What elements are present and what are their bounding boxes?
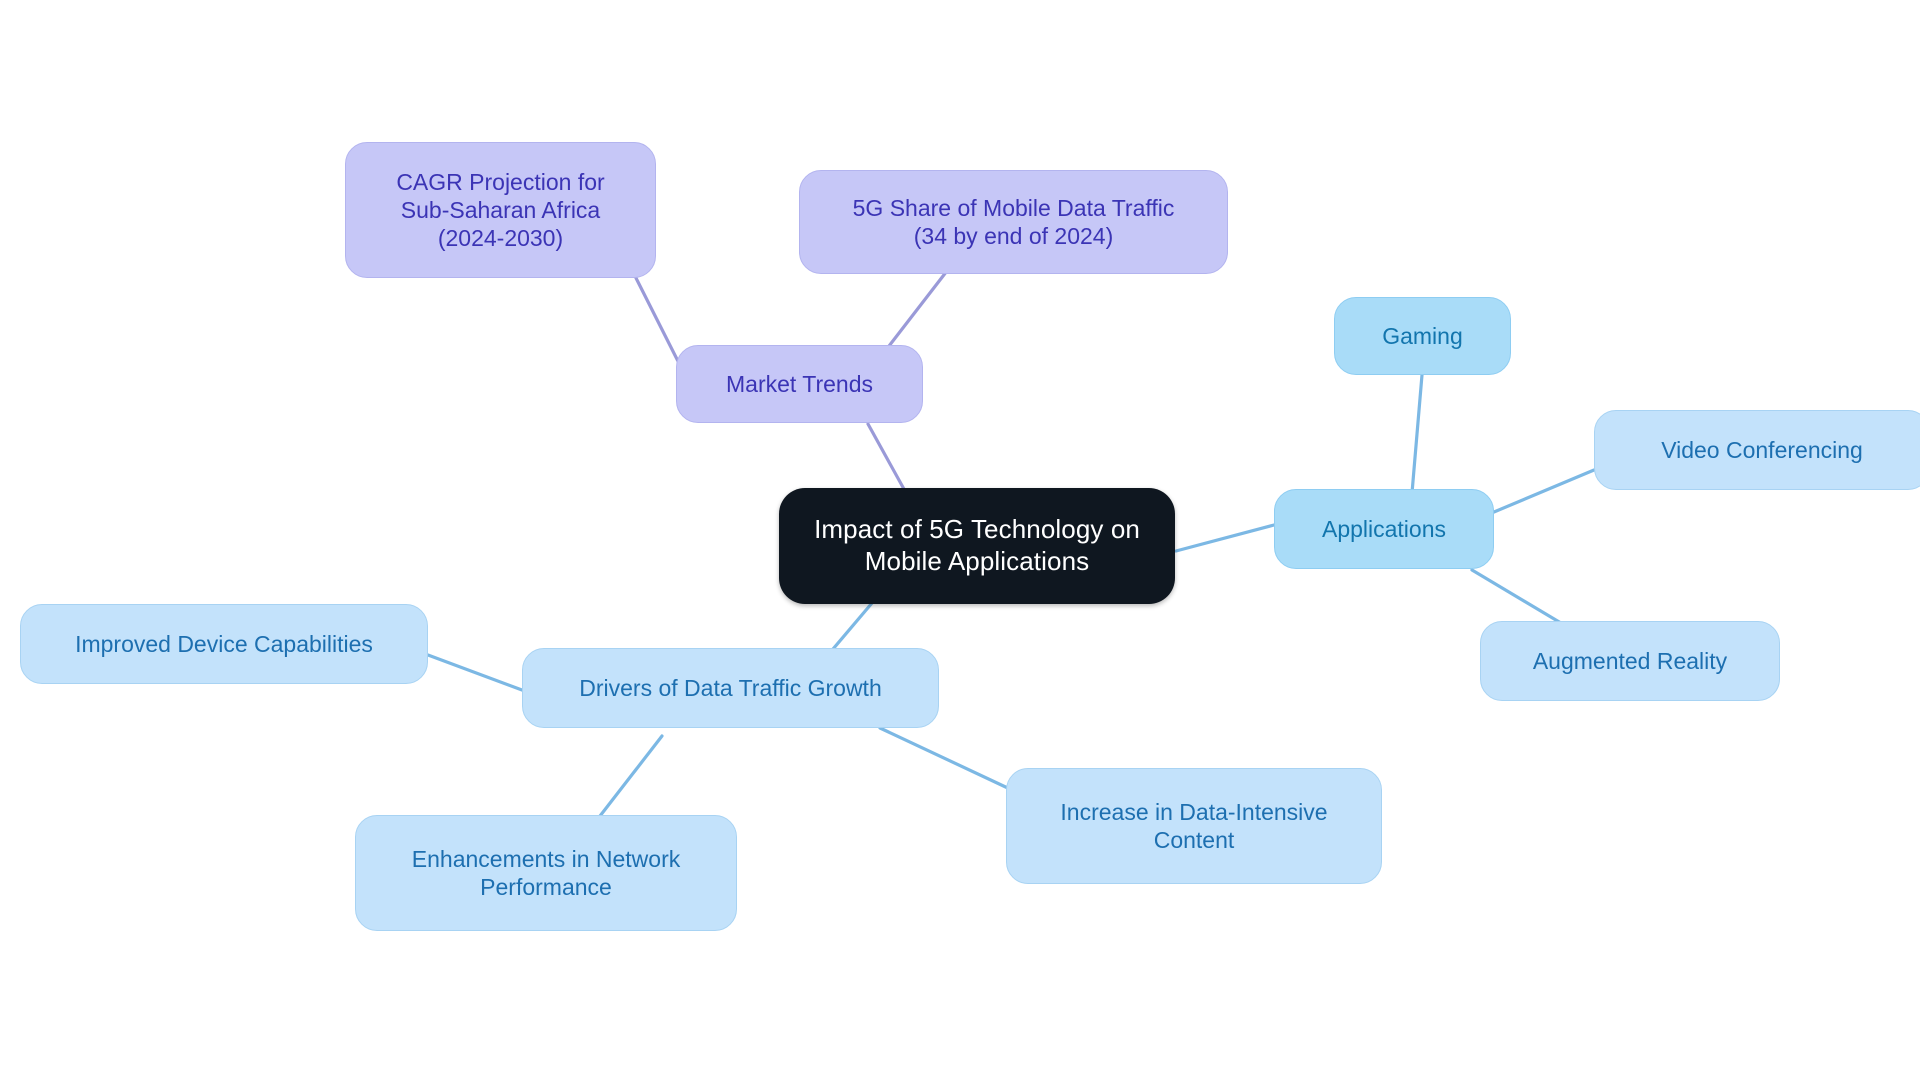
node-market-trends[interactable]: Market Trends [676, 345, 923, 423]
node-applications[interactable]: Applications [1274, 489, 1494, 569]
node-improved-device-capabilities[interactable]: Improved Device Capabilities [20, 604, 428, 684]
node-5g-share[interactable]: 5G Share of Mobile Data Traffic (34 by e… [799, 170, 1228, 274]
edge-applications-to-video-conferencing [1492, 468, 1596, 514]
node-central[interactable]: Impact of 5G Technology on Mobile Applic… [779, 488, 1175, 604]
edge-drivers-to-improved-device [426, 653, 524, 692]
node-cagr-projection[interactable]: CAGR Projection for Sub-Saharan Africa (… [345, 142, 656, 278]
edge-drivers-to-data-intensive [878, 726, 1014, 792]
node-augmented-reality[interactable]: Augmented Reality [1480, 621, 1780, 701]
node-video-conferencing[interactable]: Video Conferencing [1594, 410, 1920, 490]
node-increase-in-data-intensive-content[interactable]: Increase in Data-Intensive Content [1006, 768, 1382, 884]
edge-applications-to-gaming [1410, 373, 1424, 495]
node-enhancements-in-network-performance[interactable]: Enhancements in Network Performance [355, 815, 737, 931]
node-drivers-of-data-traffic-growth[interactable]: Drivers of Data Traffic Growth [522, 648, 939, 728]
mindmap-canvas: Impact of 5G Technology on Mobile Applic… [0, 0, 1920, 1083]
node-gaming[interactable]: Gaming [1334, 297, 1511, 375]
edge-drivers-to-network-performance [598, 734, 664, 818]
edge-central-to-applications [1174, 523, 1276, 553]
